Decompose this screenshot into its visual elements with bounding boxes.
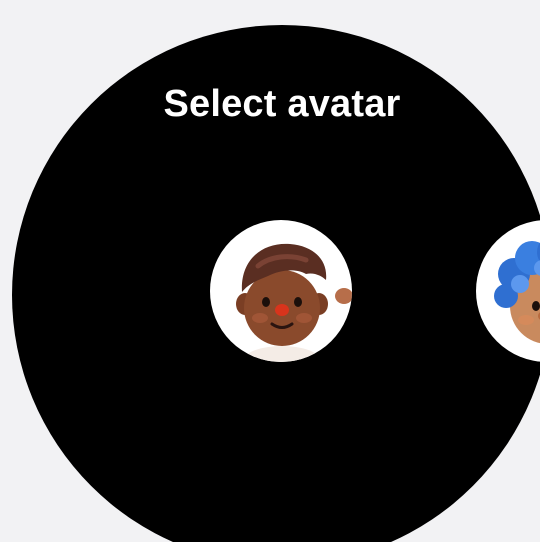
avatar-boy-brown-hair-icon (236, 243, 352, 362)
screen-title: Select avatar (163, 83, 401, 125)
screen: Select avatar (0, 0, 540, 542)
avatar-option-1[interactable] (210, 220, 352, 362)
